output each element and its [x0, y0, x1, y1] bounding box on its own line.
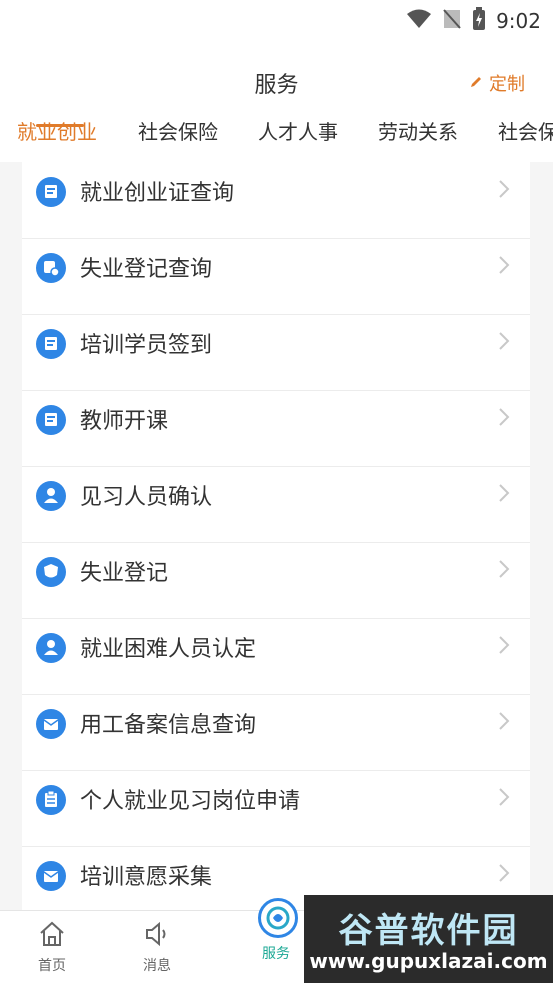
list-item-label: 就业创业证查询 — [80, 181, 235, 206]
tab-labor-relations[interactable]: 劳动关系 — [378, 116, 458, 145]
tab-social-insurance[interactable]: 社会保险 — [138, 116, 218, 145]
customize-button[interactable]: 定制 — [469, 70, 525, 96]
list-item-label: 个人就业见习岗位申请 — [80, 789, 301, 814]
chevron-right-icon — [498, 711, 510, 735]
list-item-label: 失业登记 — [80, 561, 169, 586]
list-item-label: 失业登记查询 — [80, 257, 213, 282]
list-item-employer-record-query[interactable]: 用工备案信息查询 — [22, 694, 530, 771]
chevron-right-icon — [498, 407, 510, 431]
list-item-unemployment-query[interactable]: 失业登记查询 — [22, 238, 530, 315]
unemployment-shield-icon — [36, 557, 66, 587]
active-tab-indicator — [36, 124, 84, 127]
list-item-hardship-certification[interactable]: 就业困难人员认定 — [22, 618, 530, 695]
service-icon[interactable] — [258, 898, 298, 938]
list-item-trainee-checkin[interactable]: 培训学员签到 — [22, 314, 530, 391]
nav-services-label: 服务 — [262, 946, 290, 962]
chevron-right-icon — [498, 483, 510, 507]
watermark-title: 谷普软件园 — [338, 911, 519, 951]
list-item-label: 培训学员签到 — [80, 333, 213, 358]
chevron-right-icon — [498, 331, 510, 355]
header: 服务 定制 就业创业 社会保险 人才人事 劳动关系 社会保 — [0, 38, 553, 162]
tab-employment[interactable]: 就业创业 — [17, 116, 97, 145]
chevron-right-icon — [498, 179, 510, 203]
status-bar: 9:02 — [0, 0, 553, 38]
category-tabs: 就业创业 社会保险 人才人事 劳动关系 社会保 — [0, 116, 553, 162]
nav-home[interactable]: 首页 — [17, 919, 87, 975]
list-item-label: 教师开课 — [80, 409, 169, 434]
list-item-label: 就业困难人员认定 — [80, 637, 257, 662]
clipboard-icon — [36, 785, 66, 815]
watermark: 谷普软件园 www.gupuxlazai.com — [304, 895, 553, 983]
clock-time: 9:02 — [496, 9, 541, 33]
edit-icon — [469, 73, 483, 94]
user-icon — [36, 481, 66, 511]
list-item-label: 用工备案信息查询 — [80, 713, 257, 738]
list-item-label: 培训意愿采集 — [80, 865, 213, 890]
nav-home-label: 首页 — [38, 958, 66, 974]
list-item-employment-cert-query[interactable]: 就业创业证查询 — [22, 162, 530, 239]
battery-charging-icon — [472, 7, 486, 35]
nav-services[interactable]: 服务 — [241, 941, 311, 963]
customize-label: 定制 — [489, 74, 525, 95]
mail-icon — [36, 709, 66, 739]
list-item-internship-apply[interactable]: 个人就业见习岗位申请 — [22, 770, 530, 847]
tab-social-insurance-more[interactable]: 社会保 — [498, 116, 553, 145]
chevron-right-icon — [498, 635, 510, 659]
service-list: 就业创业证查询 失业登记查询 培训学员签到 教师开课 见习人员确认 失业登记 就… — [22, 162, 530, 910]
chevron-right-icon — [498, 559, 510, 583]
document-icon — [36, 329, 66, 359]
speaker-icon — [142, 921, 172, 953]
chevron-right-icon — [498, 863, 510, 887]
unemployment-search-icon — [36, 253, 66, 283]
list-item-intern-confirm[interactable]: 见习人员确认 — [22, 466, 530, 543]
list-item-label: 见习人员确认 — [80, 485, 213, 510]
tab-talent-personnel[interactable]: 人才人事 — [258, 116, 338, 145]
home-icon — [37, 921, 67, 953]
chevron-right-icon — [498, 787, 510, 811]
watermark-url: www.gupuxlazai.com — [309, 949, 548, 973]
nav-messages[interactable]: 消息 — [122, 919, 192, 975]
list-item-unemployment-register[interactable]: 失业登记 — [22, 542, 530, 619]
no-signal-icon — [442, 8, 462, 34]
wifi-icon — [406, 9, 432, 33]
document-icon — [36, 405, 66, 435]
mail-icon — [36, 861, 66, 891]
nav-messages-label: 消息 — [143, 958, 171, 974]
user-icon — [36, 633, 66, 663]
chevron-right-icon — [498, 255, 510, 279]
document-icon — [36, 177, 66, 207]
list-item-teacher-course[interactable]: 教师开课 — [22, 390, 530, 467]
